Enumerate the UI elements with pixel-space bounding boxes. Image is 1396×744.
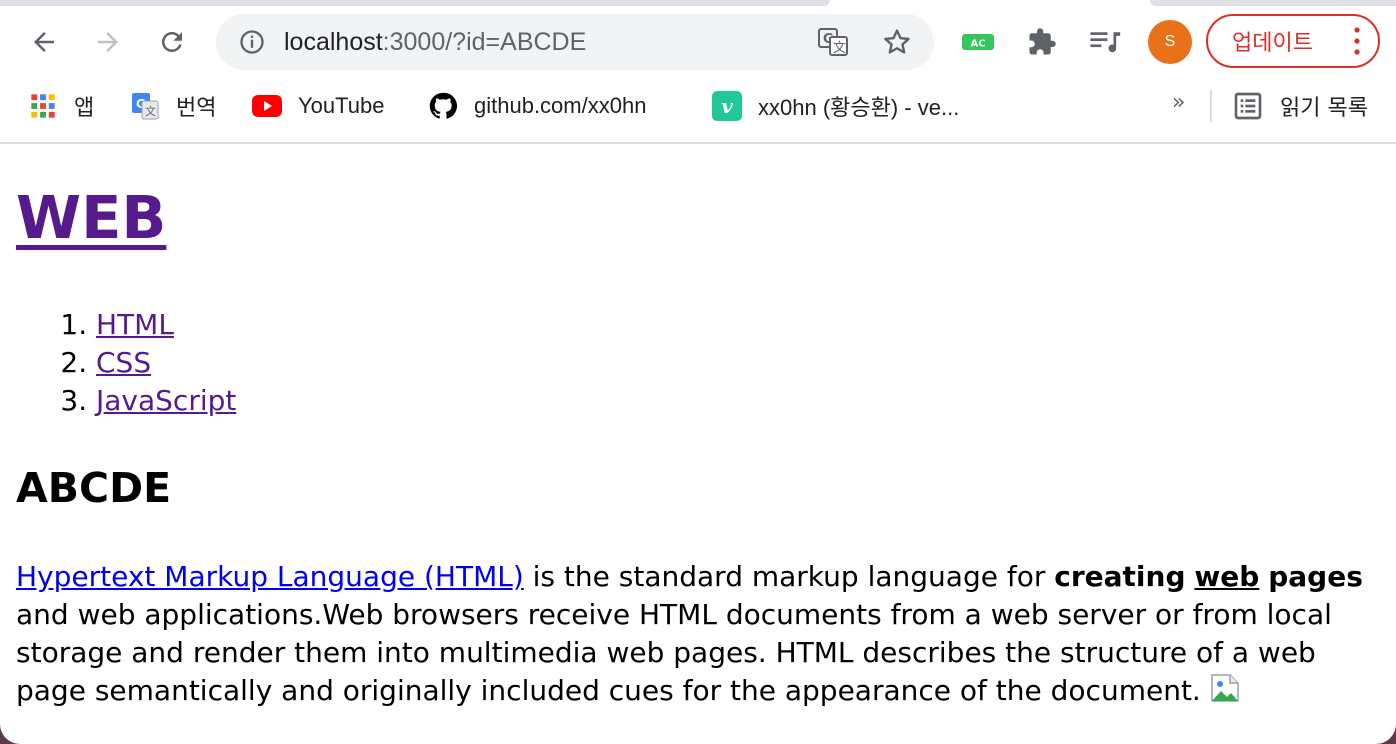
para-text-1: is the standard markup language for xyxy=(523,560,1055,593)
bookmark-label: github.com/xx0hn xyxy=(474,93,647,118)
nav-item: JavaScript xyxy=(96,382,236,420)
bookmark-label: 번역 xyxy=(176,95,217,120)
reload-icon xyxy=(161,31,182,52)
arrow-right-icon xyxy=(98,32,118,52)
bookmark-apps[interactable]: 앱 xyxy=(28,88,94,124)
svg-text:文: 文 xyxy=(145,104,156,118)
google-translate-icon: G文 xyxy=(130,91,160,121)
bold-pages: pages xyxy=(1268,560,1363,593)
extensions-button[interactable] xyxy=(1024,26,1060,58)
bookmarks-overflow-button[interactable]: » xyxy=(1172,90,1185,115)
browser-chrome: localhost:3000/?id=ABCDE G文 AC S 업데이트 앱 … xyxy=(0,0,1396,144)
media-control-button[interactable] xyxy=(1086,26,1124,58)
bookmarks-separator xyxy=(1210,90,1212,122)
menu-dots-icon[interactable] xyxy=(1354,26,1360,56)
nav-item: CSS xyxy=(96,344,236,382)
arrow-left-icon xyxy=(34,32,54,52)
update-button[interactable]: 업데이트 xyxy=(1206,14,1380,68)
nav-link-css[interactable]: CSS xyxy=(96,346,151,379)
puzzle-icon xyxy=(1029,28,1056,55)
bookmark-velog[interactable]: v xx0hn (황승환) - ve... xyxy=(712,88,959,124)
svg-text:AC: AC xyxy=(970,39,985,50)
bookmark-label: 앱 xyxy=(74,95,95,120)
github-icon xyxy=(428,91,458,121)
bookmarks-bar: 앱 G文 번역 YouTube github.com/xx0hn v xx0hn… xyxy=(0,82,1396,130)
profile-avatar[interactable]: S xyxy=(1148,20,1192,64)
bookmark-translate[interactable]: G文 번역 xyxy=(130,88,216,124)
reload-button[interactable] xyxy=(156,26,188,58)
back-button[interactable] xyxy=(28,26,60,58)
nav-list: HTML CSS JavaScript xyxy=(16,306,236,420)
profile-initial: S xyxy=(1164,33,1176,50)
extension-ac-button[interactable]: AC xyxy=(960,26,996,58)
info-icon[interactable] xyxy=(238,28,266,56)
svg-text:v: v xyxy=(721,94,733,118)
playlist-music-icon xyxy=(1090,32,1121,53)
nav-link-html[interactable]: HTML xyxy=(96,308,174,341)
reading-list-label: 읽기 목록 xyxy=(1280,96,1368,121)
apps-grid-icon xyxy=(28,91,58,121)
broken-image-icon xyxy=(1211,674,1239,702)
toolbar-divider xyxy=(0,142,1396,144)
page-title-link[interactable]: WEB xyxy=(16,183,166,252)
forward-button[interactable] xyxy=(92,26,124,58)
page-title: WEB xyxy=(16,182,166,254)
url-path: :3000/?id=ABCDE xyxy=(382,28,587,56)
velog-icon: v xyxy=(712,91,742,121)
svg-text:文: 文 xyxy=(833,41,846,56)
bookmark-label: YouTube xyxy=(298,93,385,118)
youtube-icon xyxy=(252,91,282,121)
address-bar[interactable]: localhost:3000/?id=ABCDE G文 xyxy=(216,14,934,70)
bookmark-youtube[interactable]: YouTube xyxy=(252,88,384,124)
ac-extension-icon: AC xyxy=(962,34,994,50)
translate-icon[interactable]: G文 xyxy=(816,26,850,58)
bookmark-star-icon[interactable] xyxy=(880,26,914,58)
update-label: 업데이트 xyxy=(1232,31,1313,56)
bold-underline-web: web xyxy=(1194,560,1260,593)
url-host: localhost xyxy=(284,28,383,56)
reading-list-icon xyxy=(1234,92,1262,120)
bookmark-github[interactable]: github.com/xx0hn xyxy=(428,88,646,124)
html-wiki-link[interactable]: Hypertext Markup Language (HTML) xyxy=(16,560,524,593)
nav-link-javascript[interactable]: JavaScript xyxy=(96,384,236,417)
nav-item: HTML xyxy=(96,306,236,344)
section-heading: ABCDE xyxy=(16,464,172,512)
url-text[interactable]: localhost:3000/?id=ABCDE xyxy=(284,26,586,58)
bookmark-label: xx0hn (황승환) - ve... xyxy=(758,95,960,120)
bold-creating: creating xyxy=(1054,560,1186,593)
reading-list-button[interactable]: 읽기 목록 xyxy=(1232,88,1368,124)
toolbar: localhost:3000/?id=ABCDE G文 AC S 업데이트 xyxy=(0,6,1396,78)
description-paragraph: Hypertext Markup Language (HTML) is the … xyxy=(16,558,1366,710)
para-text-2: and web applications.Web browsers receiv… xyxy=(16,598,1332,707)
